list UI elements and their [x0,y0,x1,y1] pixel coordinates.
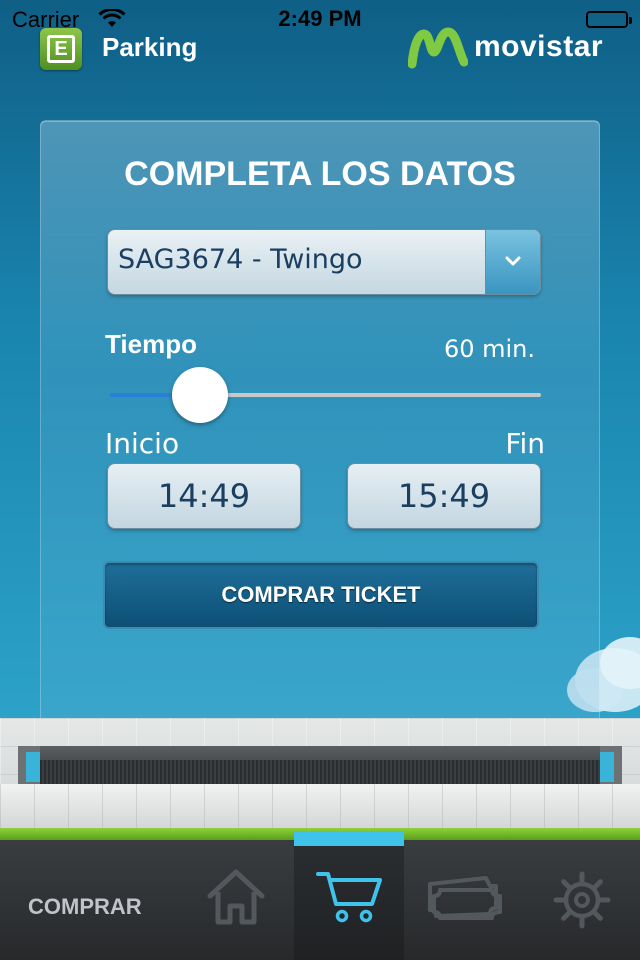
app-icon-letter: E [47,35,75,63]
vehicle-select[interactable]: SAG3674 - Twingo [107,229,541,295]
tab-settings[interactable] [530,840,630,960]
form-title: COMPLETA LOS DATOS [124,155,516,193]
chevron-down-icon [505,256,521,266]
time-value: 60 min. [443,335,535,363]
end-time-field[interactable]: 15:49 [347,463,541,529]
ticket-form-panel: COMPLETA LOS DATOS SAG3674 - Twingo Tiem… [40,120,600,762]
ticket-slot-grille [40,760,600,784]
time-slider[interactable] [109,365,541,425]
tickets-icon [428,876,502,920]
time-label: Tiempo [105,329,197,359]
app-header: E Parking movistar [0,20,640,98]
start-time-field[interactable]: 14:49 [107,463,301,529]
tab-bar: COMPRAR [0,832,640,960]
movistar-m-icon [408,27,468,69]
tab-home[interactable] [190,840,290,960]
slider-thumb[interactable] [171,367,228,423]
vehicle-selected-value: SAG3674 - Twingo [118,244,363,275]
end-label: Fin [505,427,545,460]
parking-app-icon: E [40,28,82,70]
dropdown-button[interactable] [485,230,540,294]
screen: Carrier 2:49 PM E Parking movistar COMPL… [0,0,640,960]
app-title: Parking [102,32,198,62]
tab-tickets[interactable] [420,840,520,960]
settings-gear-icon [553,871,611,929]
current-section-label: COMPRAR [28,894,142,919]
brand-name: movistar [474,30,604,63]
start-label: Inicio [105,427,180,460]
tab-cart[interactable] [294,832,404,960]
movistar-logo: movistar [408,26,603,70]
buy-ticket-button[interactable]: COMPRAR TICKET [103,561,539,629]
floor-ledge [0,784,640,828]
home-icon [207,869,265,925]
active-tab-indicator [294,832,404,846]
cart-icon [316,872,382,923]
